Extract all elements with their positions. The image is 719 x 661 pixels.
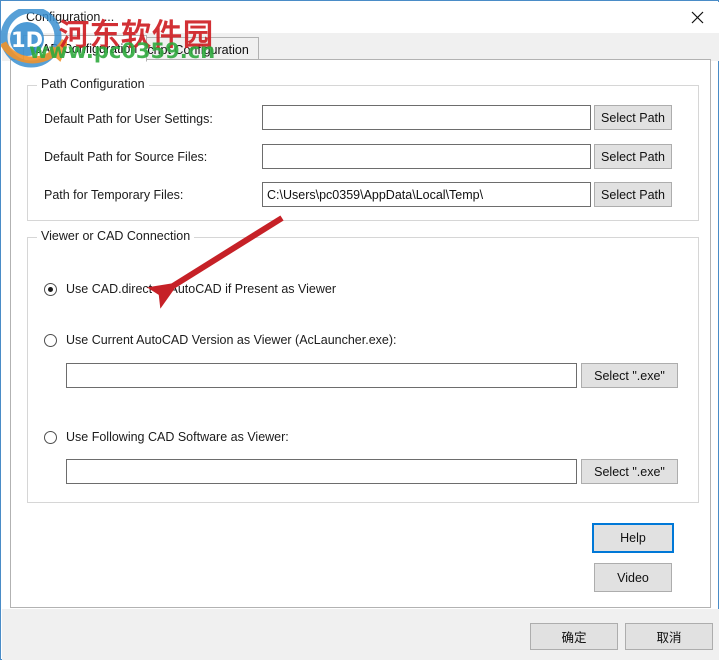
input-default-path-user-settings[interactable] <box>262 105 591 130</box>
cancel-button[interactable]: 取消 <box>625 623 713 650</box>
video-button[interactable]: Video <box>594 563 672 592</box>
radio-use-cad-direct-or-autocad[interactable]: Use CAD.direct or AutoCAD if Present as … <box>44 282 336 296</box>
window-title: Configuration ... <box>26 10 115 24</box>
help-button[interactable]: Help <box>592 523 674 553</box>
tab-cad-configuration[interactable]: CAD Configuration <box>23 35 148 62</box>
label-path-temporary-files: Path for Temporary Files: <box>44 188 184 202</box>
radio-use-current-autocad-version-label: Use Current AutoCAD Version as Viewer (A… <box>66 333 397 347</box>
configuration-dialog: Configuration ... CAD Configuration Scri… <box>0 0 719 660</box>
viewer-cad-connection-group-title: Viewer or CAD Connection <box>37 229 195 243</box>
label-default-path-user-settings: Default Path for User Settings: <box>44 112 213 126</box>
close-button[interactable] <box>675 2 719 33</box>
radio-use-current-autocad-version[interactable]: Use Current AutoCAD Version as Viewer (A… <box>44 333 397 347</box>
radio-use-following-cad-software[interactable]: Use Following CAD Software as Viewer: <box>44 430 289 444</box>
input-aclauncher-path[interactable] <box>66 363 577 388</box>
radio-button-icon-unselected <box>44 333 57 347</box>
select-path-button-user-settings[interactable]: Select Path <box>594 105 672 130</box>
select-exe-button-cad-software[interactable]: Select ".exe" <box>581 459 678 484</box>
tab-script-configuration[interactable]: Script Configuration <box>129 37 259 61</box>
radio-use-cad-direct-or-autocad-label: Use CAD.direct or AutoCAD if Present as … <box>66 282 337 296</box>
tab-content-panel: Path Configuration Default Path for User… <box>10 59 711 608</box>
input-cad-software-path[interactable] <box>66 459 577 484</box>
dialog-footer: 确定 取消 <box>2 609 719 660</box>
select-path-button-temporary-files[interactable]: Select Path <box>594 182 672 207</box>
label-default-path-source-files: Default Path for Source Files: <box>44 150 208 164</box>
select-exe-button-aclauncher[interactable]: Select ".exe" <box>581 363 678 388</box>
input-default-path-source-files[interactable] <box>262 144 591 169</box>
radio-button-icon-selected <box>44 282 57 296</box>
tab-strip: CAD Configuration Script Configuration <box>2 33 719 62</box>
close-icon <box>691 11 703 24</box>
tab-script-configuration-label: Script Configuration <box>139 42 249 57</box>
radio-button-icon-unselected <box>44 430 57 444</box>
tab-cad-configuration-label: CAD Configuration <box>33 41 138 56</box>
ok-button[interactable]: 确定 <box>530 623 618 650</box>
input-path-temporary-files[interactable] <box>262 182 591 207</box>
title-bar: Configuration ... <box>2 2 719 33</box>
select-path-button-source-files[interactable]: Select Path <box>594 144 672 169</box>
radio-use-following-cad-software-label: Use Following CAD Software as Viewer: <box>66 430 289 444</box>
path-configuration-group-title: Path Configuration <box>37 77 149 91</box>
